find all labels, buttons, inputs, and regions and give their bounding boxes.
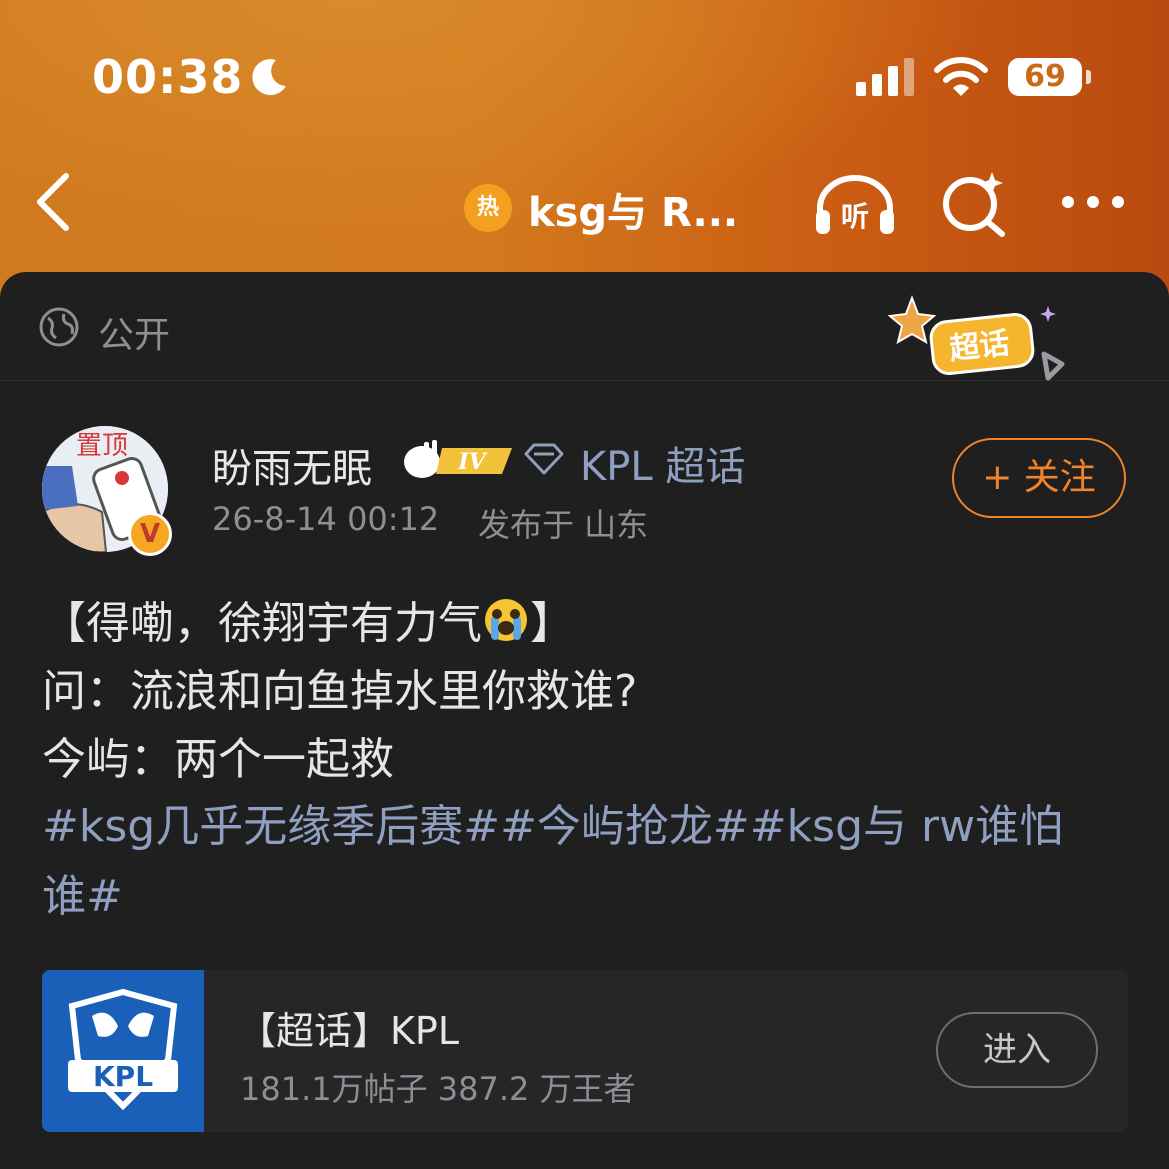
kpl-logo-graphic: KPL (68, 988, 178, 1111)
header-background: 00:38 69 热 ksg与 R... 听 (0, 0, 1169, 300)
post-line-1-close: 】 (530, 598, 574, 649)
post-line-2: 问：流浪和向鱼掉水里你救谁? (42, 666, 638, 717)
more-options-icon[interactable] (1058, 192, 1128, 212)
nav-title[interactable]: ksg与 R... (528, 180, 738, 238)
author-name[interactable]: 盼雨无眠 (212, 436, 372, 494)
cellular-signal-icon (856, 58, 914, 96)
user-level-badge: IV (404, 440, 512, 478)
post-line-1: 【得嘞，徐翔宇有力气 】 (42, 590, 1132, 658)
verified-badge: V (128, 512, 172, 556)
crying-face-icon (485, 599, 527, 641)
follow-button[interactable]: + 关注 (952, 438, 1126, 518)
super-topic-card[interactable]: KPL 【超话】KPL 181.1万帖子 387.2 万王者 进入 (42, 970, 1128, 1132)
visibility-row: 公开 超话 (0, 272, 1169, 381)
search-sparkle-icon[interactable] (940, 168, 1010, 238)
card-title: 【超话】KPL (238, 1009, 460, 1053)
post-hashtags[interactable]: #ksg几乎无缘季后赛##今屿抢龙##ksg与 rw谁怕谁# (42, 792, 1102, 932)
globe-icon (39, 307, 79, 347)
wifi-icon (934, 57, 988, 96)
visibility-label: 公开 (98, 315, 171, 356)
back-arrow-icon[interactable] (30, 170, 80, 234)
post-line-1-text: 【得嘞，徐翔宇有力气 (42, 598, 482, 649)
headphones-listen-icon[interactable]: 听 (812, 170, 898, 236)
moon-icon (252, 59, 286, 96)
sticker-label: 超话 (948, 326, 1011, 367)
post-line-3: 今屿：两个一起救 (42, 734, 394, 785)
post-date: 26-8-14 00:12 (212, 500, 440, 538)
card-stats: 181.1万帖子 387.2 万王者 (240, 1070, 636, 1108)
battery-indicator: 69 (1008, 58, 1082, 96)
topic-link[interactable]: KPL 超话 (580, 434, 745, 492)
user-level-label: IV (457, 449, 487, 475)
post-panel: 公开 超话 置顶 V 盼雨无眠 IV KPL 超话 26-8-14 00:12 (0, 272, 1169, 1169)
post-location: 发布于 山东 (478, 506, 649, 544)
kpl-logo: KPL (42, 970, 204, 1132)
listen-label: 听 (841, 200, 869, 233)
diamond-topic-icon (524, 443, 564, 475)
battery-tip (1086, 70, 1091, 84)
enter-button[interactable]: 进入 (936, 1012, 1098, 1088)
status-time: 00:38 (92, 50, 244, 104)
super-topic-sticker[interactable]: 超话 (884, 292, 1074, 392)
kpl-logo-text: KPL (93, 1060, 153, 1093)
hot-badge-icon: 热 (464, 184, 512, 232)
avatar-text: 置顶 (76, 431, 128, 461)
post-body: 【得嘞，徐翔宇有力气 】 问：流浪和向鱼掉水里你救谁? 今屿：两个一起救 (42, 590, 1132, 794)
